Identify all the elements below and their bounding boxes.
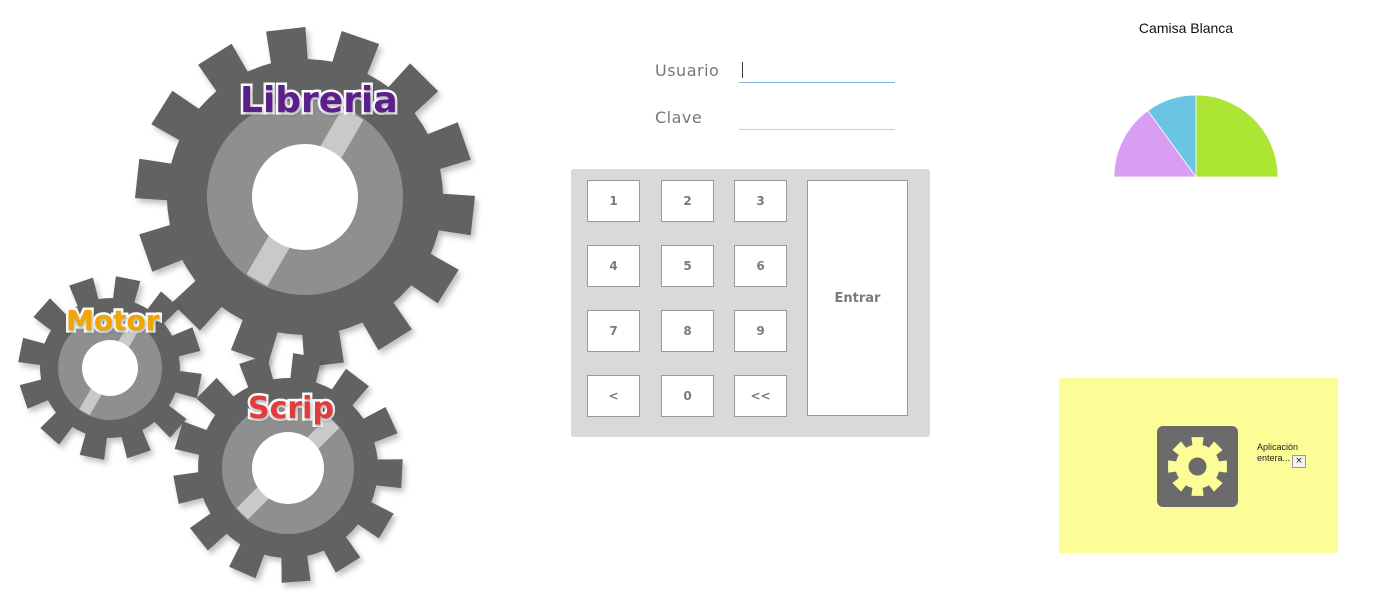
text-caret xyxy=(742,62,743,78)
key-6[interactable]: 6 xyxy=(734,245,787,287)
key-4[interactable]: 4 xyxy=(587,245,640,287)
clave-label: Clave xyxy=(655,108,703,127)
usuario-input[interactable] xyxy=(739,59,895,83)
motor-label: Motor xyxy=(64,302,163,340)
libreria-label: Libreria xyxy=(238,78,401,124)
key-7[interactable]: 7 xyxy=(587,310,640,352)
key-5[interactable]: 5 xyxy=(661,245,714,287)
notification-text: Aplicación entera... xyxy=(1257,442,1299,463)
backspace-key[interactable]: < xyxy=(587,375,640,417)
key-2[interactable]: 2 xyxy=(661,180,714,222)
slice-green xyxy=(1195,94,1279,178)
entrar-button[interactable]: Entrar xyxy=(807,180,908,416)
clear-key[interactable]: << xyxy=(734,375,787,417)
chart-title: Camisa Blanca xyxy=(1138,20,1234,36)
notification-panel: Aplicación entera... × xyxy=(1059,378,1338,553)
close-button[interactable]: × xyxy=(1292,455,1306,468)
key-9[interactable]: 9 xyxy=(734,310,787,352)
scrip-gear xyxy=(173,353,403,583)
key-8[interactable]: 8 xyxy=(661,310,714,352)
gear-icon xyxy=(1168,437,1227,496)
key-0[interactable]: 0 xyxy=(661,375,714,417)
key-3[interactable]: 3 xyxy=(734,180,787,222)
key-1[interactable]: 1 xyxy=(587,180,640,222)
clave-input[interactable] xyxy=(739,106,895,130)
app-tile[interactable] xyxy=(1157,426,1238,507)
half-pie-chart xyxy=(1113,94,1279,179)
libreria-gear xyxy=(135,27,475,367)
numeric-keypad: 1 2 3 4 5 6 7 8 9 < 0 << Entrar xyxy=(571,169,930,437)
usuario-label: Usuario xyxy=(655,61,720,80)
scrip-label: Scrip xyxy=(246,389,337,429)
